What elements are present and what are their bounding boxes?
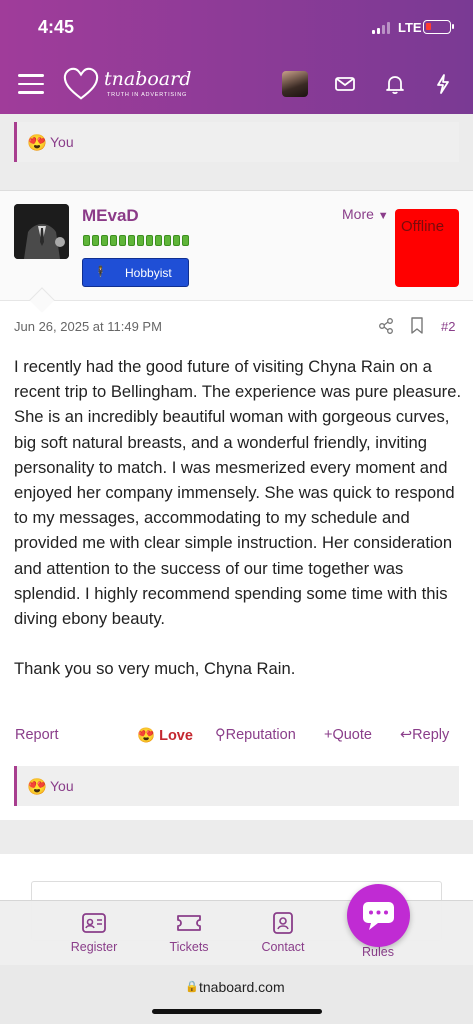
logo-tagline: TRUTH IN ADVERTISING: [107, 92, 188, 98]
status-time: 4:45: [38, 17, 75, 37]
heart-logo-icon: [63, 67, 99, 100]
tab-label: Contact: [261, 940, 305, 954]
username[interactable]: MEvaD: [82, 206, 139, 226]
reputation-label: Reputation: [225, 727, 296, 743]
reaction-users[interactable]: You: [50, 778, 74, 794]
more-dropdown[interactable]: More ▼: [342, 206, 389, 222]
status-bar: 4:45 LTE: [0, 0, 473, 56]
bookmark-icon[interactable]: [410, 317, 424, 335]
chat-icon: [363, 902, 394, 930]
ticket-icon: [177, 915, 201, 931]
post-date[interactable]: Jun 26, 2025 at 11:49 PM: [14, 319, 162, 334]
page-url[interactable]: tnaboard.com: [199, 979, 285, 995]
reputation-bar: [83, 235, 189, 246]
quote-label: Quote: [332, 727, 372, 743]
logo-name: tnaboard: [104, 68, 192, 90]
post-actions: Report 😍 Love ⚲Reputation +Quote ↩Reply: [0, 725, 473, 747]
tab-label: Rules: [362, 945, 394, 959]
love-button[interactable]: 😍 Love: [137, 727, 193, 744]
user-avatar[interactable]: [14, 204, 69, 259]
battery-icon: [423, 20, 454, 34]
love-emoji-icon: 😍: [27, 135, 47, 152]
search-icon: ⚲: [215, 727, 226, 743]
contact-icon: [273, 912, 293, 934]
site-logo[interactable]: tnaboard TRUTH IN ADVERTISING: [62, 64, 192, 104]
post-message: MEvaD 🕴 Hobbyist More ▼ Offline Jun 26, …: [0, 190, 473, 820]
post-separator: [0, 820, 473, 854]
network-label: LTE: [398, 20, 422, 35]
quote-button[interactable]: +Quote: [324, 727, 372, 743]
rank-label: Hobbyist: [125, 266, 172, 280]
bell-icon[interactable]: [384, 73, 406, 95]
reaction-users[interactable]: You: [50, 134, 74, 150]
tab-tickets[interactable]: Tickets: [154, 911, 224, 954]
post-paragraph: I recently had the good future of visiti…: [14, 357, 462, 629]
signal-icon: [372, 22, 392, 34]
previous-reaction-bar[interactable]: 😍 You: [14, 122, 459, 162]
tab-rules[interactable]: Rules: [343, 945, 413, 959]
home-indicator: [152, 1009, 322, 1014]
tab-register[interactable]: Register: [59, 911, 129, 954]
user-rank-badge: 🕴 Hobbyist: [82, 258, 189, 287]
offline-status: Offline: [395, 209, 459, 287]
mail-icon[interactable]: [334, 73, 356, 95]
hobbyist-icon: 🕴: [93, 265, 108, 279]
chat-button[interactable]: [347, 884, 410, 947]
caret-down-icon: ▼: [377, 210, 389, 222]
avatar[interactable]: [282, 71, 308, 97]
avatar-image: [14, 204, 69, 259]
love-label: Love: [159, 728, 193, 744]
post-number[interactable]: #2: [441, 319, 455, 334]
reaction-bar[interactable]: 😍 You: [14, 766, 459, 806]
id-card-icon: [82, 913, 106, 933]
tab-label: Register: [70, 940, 118, 954]
tab-contact[interactable]: Contact: [248, 911, 318, 954]
share-icon[interactable]: [377, 317, 395, 335]
post-paragraph: Thank you so very much, Chyna Rain.: [14, 659, 296, 679]
menu-icon[interactable]: [18, 74, 44, 96]
user-block-notch: [29, 287, 55, 313]
love-emoji-icon: 😍: [27, 779, 47, 796]
site-header: tnaboard TRUTH IN ADVERTISING: [0, 56, 473, 114]
more-label: More: [342, 206, 374, 222]
love-emoji-icon: 😍: [137, 728, 156, 744]
reply-label: Reply: [412, 727, 450, 743]
reply-button[interactable]: ↩Reply: [400, 727, 449, 743]
post-body: I recently had the good future of visiti…: [14, 354, 462, 681]
tab-label: Tickets: [169, 940, 209, 954]
bolt-icon[interactable]: [432, 73, 454, 95]
reply-arrow-icon: ↩: [400, 727, 413, 743]
report-button[interactable]: Report: [15, 727, 59, 743]
browser-address-bar[interactable]: 🔒 tnaboard.com: [0, 965, 473, 1024]
reputation-button[interactable]: ⚲Reputation: [215, 727, 296, 743]
lock-icon: 🔒: [185, 981, 199, 993]
post-user-block: MEvaD 🕴 Hobbyist More ▼ Offline: [0, 191, 473, 313]
